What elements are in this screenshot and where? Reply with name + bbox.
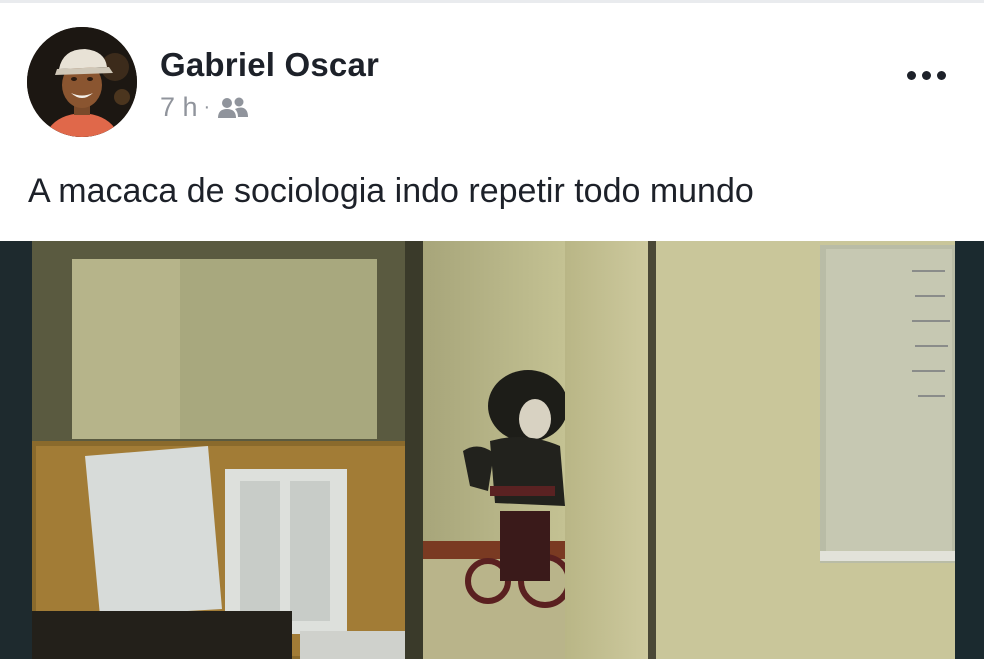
friends-icon[interactable]	[216, 96, 250, 120]
post-photo[interactable]	[0, 241, 984, 659]
top-divider	[0, 0, 984, 3]
author-name[interactable]: Gabriel Oscar	[160, 46, 379, 84]
avatar-image	[27, 27, 137, 137]
post-time[interactable]: 7 h	[160, 92, 198, 123]
avatar[interactable]	[27, 27, 137, 137]
more-options-icon[interactable]	[898, 60, 954, 90]
photo-image	[0, 241, 984, 659]
post-text: A macaca de sociologia indo repetir todo…	[28, 172, 754, 210]
facebook-post: Gabriel Oscar 7 h · A macaca de sociolog…	[0, 0, 984, 659]
meta-separator: ·	[203, 96, 211, 118]
post-meta: 7 h ·	[160, 92, 250, 123]
